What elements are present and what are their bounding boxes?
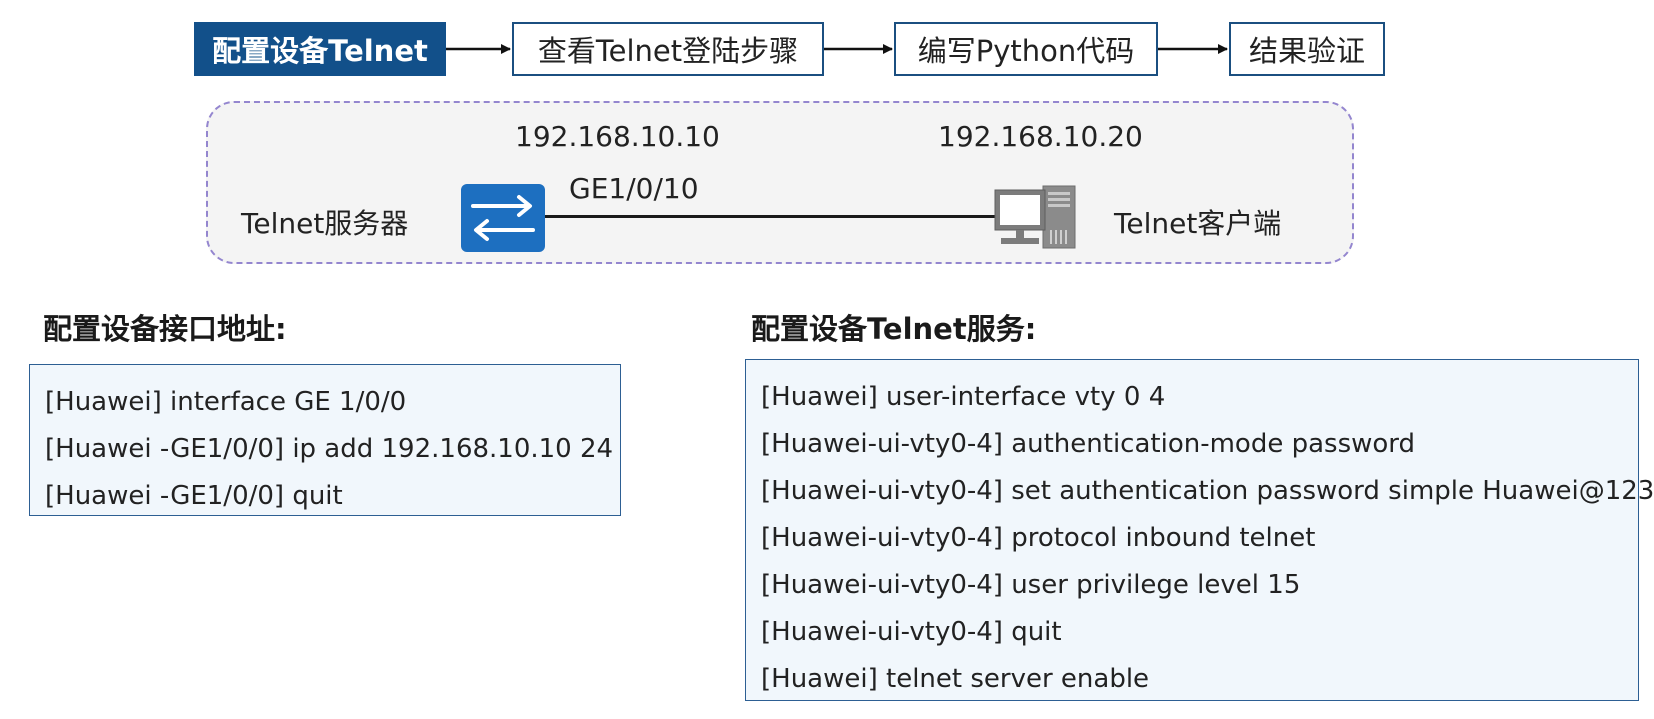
flow-arrows <box>446 44 1228 54</box>
network-link <box>545 215 995 218</box>
command-line: [Huawei] telnet server enable <box>761 664 1150 694</box>
client-label: Telnet客户端 <box>1114 207 1282 240</box>
command-line: [Huawei-ui-vty0-4] quit <box>761 617 1062 647</box>
command-line: [Huawei -GE1/0/0] quit <box>45 481 343 511</box>
switch-icon <box>461 184 545 252</box>
telnet-config-box: [Huawei] user-interface vty 0 4 [Huawei-… <box>745 359 1654 701</box>
command-line: [Huawei-ui-vty0-4] set authentication pa… <box>761 476 1654 506</box>
pc-icon <box>993 184 1079 250</box>
command-line: [Huawei-ui-vty0-4] authentication-mode p… <box>761 429 1416 459</box>
command-line: [Huawei] interface GE 1/0/0 <box>45 387 407 417</box>
command-line: [Huawei -GE1/0/0] ip add 192.168.10.10 2… <box>45 434 614 464</box>
server-label: Telnet服务器 <box>241 207 409 240</box>
interface-config-heading: 配置设备接口地址: <box>43 312 287 346</box>
command-line: [Huawei] user-interface vty 0 4 <box>761 382 1166 412</box>
interface-label: GE1/0/10 <box>569 172 699 205</box>
telnet-config-heading: 配置设备Telnet服务: <box>751 312 1037 346</box>
command-line: [Huawei-ui-vty0-4] protocol inbound teln… <box>761 523 1316 553</box>
server-ip-label: 192.168.10.10 <box>515 120 720 153</box>
command-line: [Huawei-ui-vty0-4] user privilege level … <box>761 570 1301 600</box>
client-ip-label: 192.168.10.20 <box>938 120 1143 153</box>
interface-config-box: [Huawei] interface GE 1/0/0 [Huawei -GE1… <box>29 364 621 516</box>
